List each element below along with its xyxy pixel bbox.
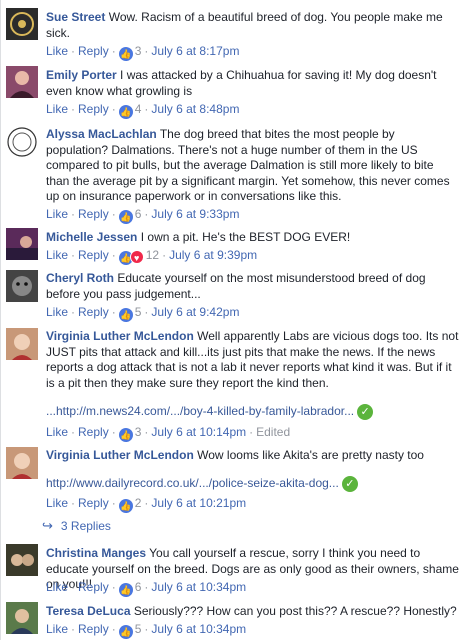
profile-emblem-icon — [10, 12, 34, 36]
profile-photo-icon — [10, 71, 34, 98]
avatar[interactable] — [6, 602, 38, 634]
avatar[interactable] — [6, 8, 38, 40]
article-link[interactable]: ...http://m.news24.com/.../boy-4-killed-… — [46, 404, 354, 418]
comment-text: Wow. Racism of a beautiful breed of dog.… — [46, 10, 443, 40]
timestamp[interactable]: July 6 at 8:17pm — [151, 44, 239, 58]
profile-emblem-icon — [7, 127, 37, 157]
timestamp[interactable]: July 6 at 9:42pm — [151, 305, 239, 319]
timestamp[interactable]: July 6 at 8:48pm — [151, 102, 239, 116]
commenter-name[interactable]: Cheryl Roth — [46, 271, 114, 285]
reaction-count[interactable]: 3 — [135, 44, 142, 58]
commenter-name[interactable]: Christina Manges — [46, 546, 146, 560]
reaction-count[interactable]: 6 — [135, 207, 142, 221]
thumbs-up-icon[interactable]: 👍 — [118, 583, 133, 597]
thumbs-up-icon[interactable]: 👍 — [118, 47, 133, 61]
reply-link[interactable]: Reply — [78, 102, 109, 116]
avatar[interactable] — [6, 126, 38, 158]
like-link[interactable]: Like — [46, 44, 68, 58]
avatar[interactable] — [6, 228, 38, 260]
avatar[interactable] — [6, 66, 38, 98]
thumbs-up-icon[interactable]: 👍 — [118, 308, 133, 322]
reply-arrow-icon: ↪ — [42, 518, 53, 533]
thumbs-up-icon[interactable]: 👍 — [118, 428, 133, 442]
reaction-count[interactable]: 2 — [135, 496, 142, 510]
profile-photo-icon — [11, 609, 33, 634]
commenter-name[interactable]: Alyssa MacLachlan — [46, 127, 157, 141]
like-link[interactable]: Like — [46, 305, 68, 319]
reply-link[interactable]: Reply — [78, 305, 109, 319]
view-replies-link[interactable]: ↪ 3 Replies — [42, 518, 111, 534]
avatar[interactable] — [6, 544, 38, 576]
reaction-count[interactable]: 12 — [146, 248, 159, 262]
timestamp[interactable]: July 6 at 10:34pm — [151, 580, 246, 594]
reaction-count[interactable]: 4 — [135, 102, 142, 116]
profile-photo-icon — [12, 276, 32, 296]
reply-link[interactable]: Reply — [78, 44, 109, 58]
like-link[interactable]: Like — [46, 496, 68, 510]
comment-text: I own a pit. He's the BEST DOG EVER! — [140, 230, 351, 244]
checkmark-icon: ✓ — [357, 404, 374, 420]
reaction-count[interactable]: 5 — [135, 622, 142, 636]
thumbs-up-icon[interactable]: 👍 — [118, 499, 133, 513]
reply-link[interactable]: Reply — [78, 496, 109, 510]
commenter-name[interactable]: Michelle Jessen — [46, 230, 137, 244]
timestamp[interactable]: July 6 at 10:14pm — [151, 425, 246, 439]
timestamp[interactable]: July 6 at 10:34pm — [151, 622, 246, 636]
edited-label[interactable]: Edited — [256, 425, 290, 439]
commenter-name[interactable]: Teresa DeLuca — [46, 604, 131, 618]
reaction-count[interactable]: 6 — [135, 580, 142, 594]
comment-text: Wow looms like Akita's are pretty nasty … — [197, 448, 424, 462]
avatar[interactable] — [6, 270, 38, 302]
like-link[interactable]: Like — [46, 248, 68, 262]
profile-photo-icon — [12, 334, 32, 360]
timestamp[interactable]: July 6 at 9:33pm — [151, 207, 239, 221]
profile-photo-icon — [11, 554, 34, 566]
reply-link[interactable]: Reply — [78, 207, 109, 221]
left-divider — [0, 0, 1, 640]
profile-photo-icon — [6, 236, 38, 260]
timestamp[interactable]: July 6 at 9:39pm — [169, 248, 257, 262]
comment-text: Seriously??? How can you post this?? A r… — [133, 604, 457, 618]
like-link[interactable]: Like — [46, 102, 68, 116]
reply-link[interactable]: Reply — [78, 622, 109, 636]
thumbs-up-icon[interactable]: 👍 — [118, 210, 133, 224]
reaction-count[interactable]: 3 — [135, 425, 142, 439]
reply-link[interactable]: Reply — [78, 248, 109, 262]
thumbs-up-icon[interactable]: 👍 — [118, 625, 133, 639]
reply-link[interactable]: Reply — [78, 425, 109, 439]
commenter-name[interactable]: Sue Street — [46, 10, 105, 24]
heart-icon[interactable]: ♥ — [129, 250, 144, 264]
like-link[interactable]: Like — [46, 207, 68, 221]
commenter-name[interactable]: Virginia Luther McLendon — [46, 448, 194, 462]
like-link[interactable]: Like — [46, 425, 68, 439]
like-link[interactable]: Like — [46, 580, 68, 594]
profile-photo-icon — [12, 453, 32, 479]
avatar[interactable] — [6, 328, 38, 360]
thumbs-up-icon[interactable]: 👍 — [118, 105, 133, 119]
like-link[interactable]: Like — [46, 622, 68, 636]
timestamp[interactable]: July 6 at 10:21pm — [151, 496, 246, 510]
avatar[interactable] — [6, 447, 38, 479]
reply-link[interactable]: Reply — [78, 580, 109, 594]
reaction-count[interactable]: 5 — [135, 305, 142, 319]
article-link[interactable]: http://www.dailyrecord.co.uk/.../police-… — [46, 476, 339, 490]
commenter-name[interactable]: Virginia Luther McLendon — [46, 329, 194, 343]
commenter-name[interactable]: Emily Porter — [46, 68, 117, 82]
checkmark-icon: ✓ — [341, 476, 358, 492]
